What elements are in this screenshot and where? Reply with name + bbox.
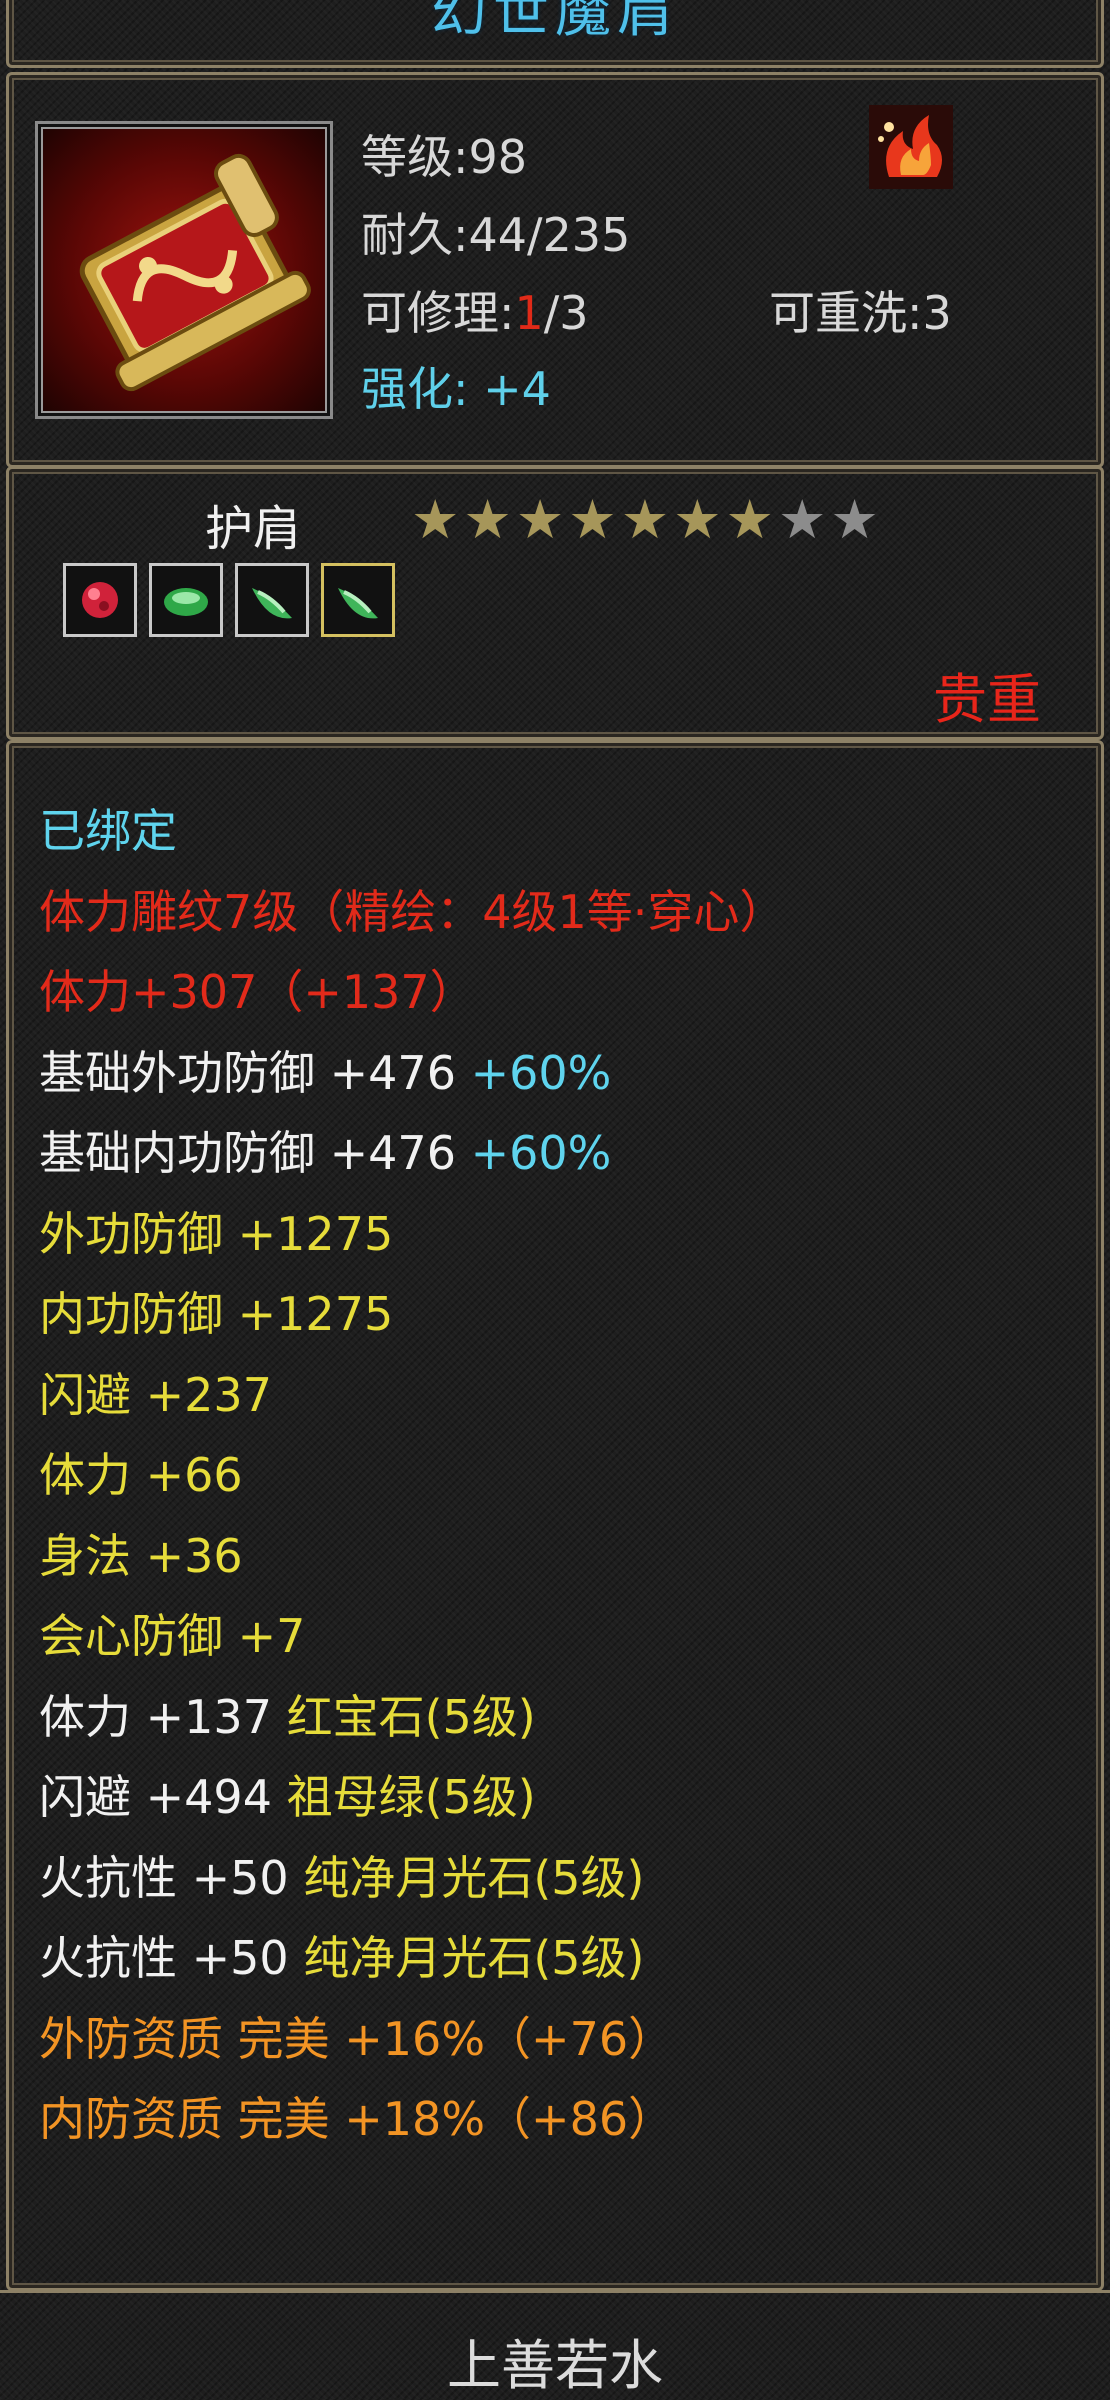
gem-slot-jade[interactable] — [235, 563, 309, 637]
item-name: 幻世魔肩 — [431, 0, 679, 45]
attribute-line: 体力 +137 红宝石(5级) — [39, 1677, 785, 1758]
attribute-text: 火抗性 +50 — [39, 1850, 304, 1905]
rewash-stat: 可重洗:3 — [769, 286, 952, 340]
attribute-text: 会心防御 +7 — [39, 1609, 306, 1663]
durability-stat: 耐久:44/235 — [361, 208, 631, 262]
attribute-text: 外功防御 +1275 — [39, 1206, 394, 1261]
star-icon: ★ — [725, 488, 774, 551]
repair-prefix: 可修理: — [361, 286, 515, 340]
equipment-type: 护肩 — [205, 501, 302, 557]
attribute-line: 闪避 +237 — [39, 1355, 785, 1436]
star-icon: ★ — [515, 488, 565, 551]
attribute-text: 火抗性 +50 — [39, 1931, 304, 1985]
attribute-line: 已绑定 — [39, 791, 785, 872]
attribute-line: 内防资质 完美 +18%（+86） — [39, 2079, 785, 2160]
slot-panel: 护肩 ★ ★ ★ ★ ★ ★ ★ ★ ★ 贵重 — [6, 466, 1104, 740]
attribute-line: 基础内功防御 +476 +60% — [39, 1113, 785, 1194]
attribute-line: 体力+307（+137） — [39, 952, 785, 1033]
star-icon: ★ — [673, 488, 722, 551]
attributes-panel: 已绑定体力雕纹7级（精绘：4级1等·穿心） 体力+307（+137） 基础外功防御 … — [6, 740, 1104, 2291]
footer: 上善若水 — [0, 2290, 1110, 2399]
star-icon: ★ — [620, 488, 670, 551]
attribute-text: 外防资质 完美 +16%（+76） — [39, 2011, 675, 2066]
star-rating: ★ ★ ★ ★ ★ ★ ★ ★ ★ — [411, 493, 879, 547]
attribute-line: 火抗性 +50 纯净月光石(5级) — [39, 1838, 785, 1919]
repair-total: /3 — [543, 286, 589, 340]
attribute-line: 火抗性 +50 纯净月光石(5级) — [39, 1918, 785, 1999]
attribute-text: 闪避 +494 — [39, 1770, 287, 1824]
level-stat: 等级:98 — [361, 130, 528, 184]
title-bar: 幻世魔肩 — [6, 0, 1104, 68]
attribute-line: 体力雕纹7级（精绘：4级1等·穿心） — [39, 872, 785, 953]
repair-current: 1 — [514, 286, 544, 340]
attribute-text: 内功防御 +1275 — [39, 1287, 394, 1341]
attribute-extra: 纯净月光石(5级) — [303, 1850, 645, 1905]
attribute-text: 身法 +36 — [39, 1528, 243, 1583]
gem-slot-ruby[interactable] — [63, 563, 137, 637]
attribute-line: 体力 +66 — [39, 1435, 785, 1516]
attribute-extra: 纯净月光石(5级) — [303, 1931, 645, 1985]
gem-slot-emerald[interactable] — [149, 563, 223, 637]
flame-badge-icon — [869, 105, 953, 189]
attribute-text: 内防资质 完美 +18%（+86） — [39, 2092, 675, 2146]
star-icon: ★ — [463, 488, 512, 551]
attribute-text: 体力雕纹7级（精绘：4级1等·穿心） — [39, 884, 786, 939]
attribute-text: 基础外功防御 +476 — [39, 1045, 471, 1100]
star-icon: ★ — [568, 488, 617, 551]
star-icon: ★ — [830, 488, 879, 551]
attribute-line: 内功防御 +1275 — [39, 1274, 785, 1355]
gem-slots — [63, 563, 395, 637]
attribute-extra: +60% — [470, 1045, 612, 1100]
attribute-text: 基础内功防御 +476 — [39, 1126, 471, 1180]
star-icon: ★ — [411, 488, 460, 551]
shoulder-armor-icon[interactable] — [35, 121, 333, 419]
owner-name: 上善若水 — [447, 2334, 663, 2397]
attribute-line: 外防资质 完美 +16%（+76） — [39, 1999, 785, 2080]
star-icon: ★ — [777, 488, 827, 551]
gem-slot-jade[interactable] — [321, 563, 395, 637]
attribute-line: 闪避 +494 祖母绿(5级) — [39, 1757, 785, 1838]
repair-stat: 可修理:1/3 — [361, 277, 589, 343]
item-info-panel: 等级:98 耐久:44/235 可修理:1/3 可重洗:3 强化: +4 — [6, 72, 1104, 468]
attribute-text: 闪避 +237 — [39, 1367, 272, 1422]
attribute-extra: +60% — [470, 1126, 612, 1180]
attribute-text: 体力 +137 — [39, 1689, 287, 1744]
attribute-list: 已绑定体力雕纹7级（精绘：4级1等·穿心） 体力+307（+137） 基础外功防御 … — [39, 791, 785, 2160]
attribute-extra: 祖母绿(5级) — [286, 1770, 536, 1824]
attribute-line: 身法 +36 — [39, 1516, 785, 1597]
attribute-text: 已绑定 — [39, 804, 177, 858]
attribute-line: 会心防御 +7 — [39, 1596, 785, 1677]
enhance-stat: 强化: +4 — [361, 362, 551, 416]
attribute-line: 外功防御 +1275 — [39, 1194, 785, 1275]
attribute-line: 基础外功防御 +476 +60% — [39, 1033, 785, 1114]
rarity-label: 贵重 — [933, 668, 1041, 731]
attribute-text: 体力 +66 — [39, 1448, 243, 1502]
attribute-extra: 红宝石(5级) — [286, 1689, 536, 1744]
attribute-text: 体力+307（+137） — [39, 965, 476, 1019]
